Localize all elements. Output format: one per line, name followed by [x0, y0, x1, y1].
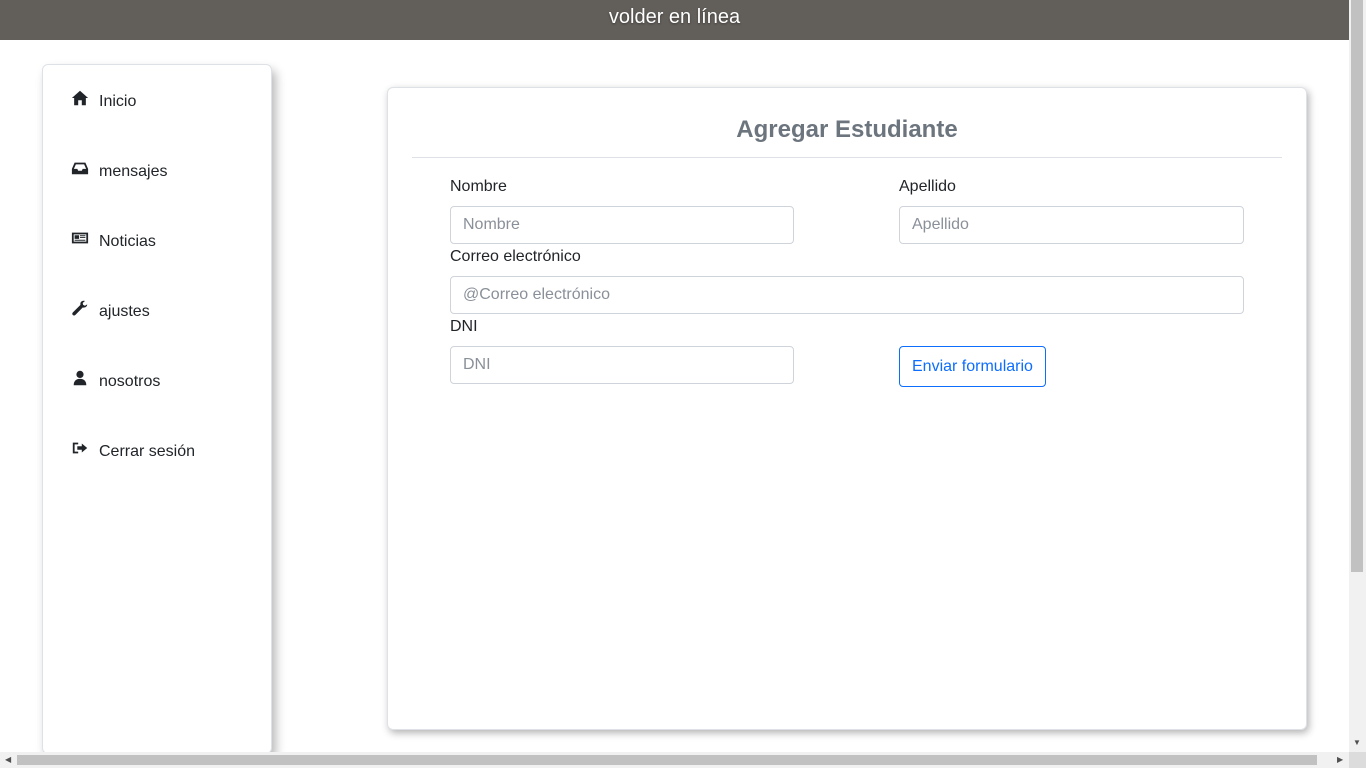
scroll-left-icon[interactable]: ◀	[5, 755, 11, 764]
home-icon	[71, 90, 89, 106]
sidebar-item-label: ajustes	[99, 303, 150, 320]
divider	[412, 157, 1282, 158]
scroll-down-icon[interactable]: ▼	[1353, 738, 1361, 747]
apellido-label: Apellido	[899, 178, 956, 195]
sidebar-item-label: Inicio	[99, 93, 137, 110]
sidebar-item-label: mensajes	[99, 163, 168, 180]
sidebar-item-inicio[interactable]: Inicio	[71, 89, 136, 111]
apellido-input[interactable]	[899, 206, 1244, 244]
sidebar-item-mensajes[interactable]: mensajes	[71, 159, 167, 181]
correo-label: Correo electrónico	[450, 248, 581, 265]
add-student-card: Agregar Estudiante Nombre Apellido Corre…	[387, 87, 1307, 730]
sidebar-item-label: Cerrar sesión	[99, 443, 196, 460]
sidebar-item-noticias[interactable]: Noticias	[71, 229, 156, 251]
sidebar-item-label: nosotros	[99, 373, 161, 390]
sidebar-item-label: Noticias	[99, 233, 156, 250]
sidebar-item-nosotros[interactable]: nosotros	[71, 369, 160, 391]
sign-out-icon	[72, 442, 88, 454]
nombre-label: Nombre	[450, 178, 507, 195]
inbox-icon	[71, 162, 89, 175]
user-icon	[73, 370, 87, 386]
submit-button[interactable]: Enviar formulario	[899, 346, 1046, 387]
correo-input[interactable]	[450, 276, 1244, 314]
vertical-scroll-thumb[interactable]	[1351, 0, 1363, 572]
sidebar: Inicio mensajes Noticias ajustes nosotro…	[42, 64, 272, 754]
newspaper-icon	[71, 232, 89, 244]
scrollbar-corner	[1349, 752, 1366, 768]
form-title: Agregar Estudiante	[736, 116, 958, 143]
horizontal-scrollbar[interactable]: ◀ ▶	[0, 752, 1349, 768]
horizontal-scroll-thumb[interactable]	[17, 755, 1317, 765]
app-title: volder en línea	[608, 5, 741, 28]
nombre-input[interactable]	[450, 206, 794, 244]
wrench-icon	[72, 300, 88, 316]
sidebar-item-ajustes[interactable]: ajustes	[71, 299, 150, 321]
scroll-right-icon[interactable]: ▶	[1337, 755, 1343, 764]
dni-input[interactable]	[450, 346, 794, 384]
sidebar-item-cerrar-sesion[interactable]: Cerrar sesión	[71, 439, 195, 461]
dni-label: DNI	[450, 318, 478, 335]
vertical-scrollbar[interactable]: ▲ ▼	[1349, 0, 1366, 752]
top-header: volder en línea	[0, 0, 1349, 40]
